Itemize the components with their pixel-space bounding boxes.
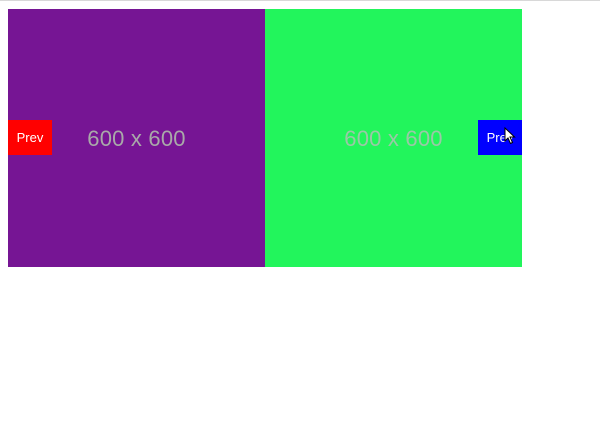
prev-button-right[interactable]: Prev — [478, 120, 522, 155]
prev-button-left[interactable]: Prev — [8, 120, 52, 155]
slide-1-caption: 600 x 600 — [87, 126, 186, 151]
slide-2-caption: 600 x 600 — [344, 126, 443, 151]
page-top-border — [0, 0, 600, 1]
image-carousel: 600 x 600 600 x 600 Prev Prev — [8, 9, 522, 267]
